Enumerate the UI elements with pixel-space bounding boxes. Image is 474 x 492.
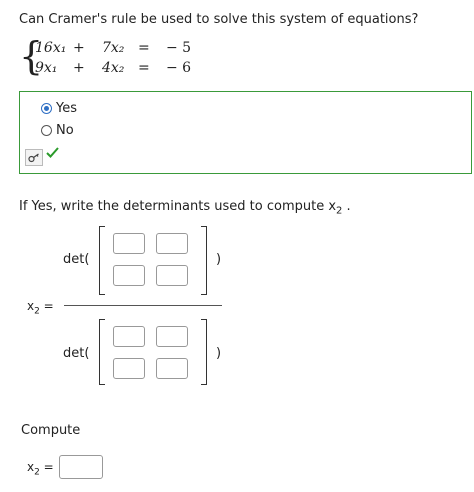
- det-close-numerator: ): [216, 252, 222, 267]
- matrix-cell-input[interactable]: [113, 326, 145, 347]
- matrix-cell-input[interactable]: [156, 358, 188, 379]
- det-label-denominator: det(: [63, 346, 90, 361]
- x2-answer-input[interactable]: [59, 455, 103, 479]
- equation-system: { 16x₁ + 7x₂ = − 5 9x₁ + 4x₂ = − 6: [19, 36, 219, 80]
- term: 9x₁: [35, 60, 58, 76]
- radio-no[interactable]: [41, 125, 52, 136]
- compute-heading: Compute: [21, 423, 81, 438]
- matrix-cell-input[interactable]: [113, 233, 145, 254]
- rhs: − 5: [166, 40, 192, 56]
- matrix-cell-input[interactable]: [113, 265, 145, 286]
- radio-yes[interactable]: [41, 103, 52, 114]
- matrix-bracket-left: [99, 226, 105, 295]
- det-label-numerator: det(: [63, 252, 90, 267]
- x2-label: x2 =: [27, 299, 54, 317]
- matrix-bracket-right: [201, 319, 207, 385]
- matrix-bracket-left: [99, 319, 105, 385]
- term: 16x₁: [35, 40, 67, 56]
- matrix-cell-input[interactable]: [156, 326, 188, 347]
- matrix-cell-input[interactable]: [156, 233, 188, 254]
- answer-box: Yes No: [19, 91, 472, 174]
- question-text: Can Cramer's rule be used to solve this …: [19, 12, 419, 27]
- checkmark-icon: [46, 146, 59, 162]
- matrix-cell-input[interactable]: [113, 358, 145, 379]
- rhs: − 6: [166, 60, 192, 76]
- question-2-text: If Yes, write the determinants used to c…: [19, 199, 351, 217]
- option-label: No: [56, 123, 74, 138]
- option-yes[interactable]: Yes: [41, 101, 77, 116]
- operator: +: [73, 60, 85, 76]
- term: 7x₂: [102, 40, 125, 56]
- det-close-denominator: ): [216, 346, 222, 361]
- option-label: Yes: [56, 101, 77, 116]
- key-icon[interactable]: [25, 149, 43, 166]
- operator: +: [73, 40, 85, 56]
- compute-x2-label: x2 =: [27, 460, 54, 478]
- matrix-cell-input[interactable]: [156, 265, 188, 286]
- option-no[interactable]: No: [41, 123, 74, 138]
- equals: =: [138, 60, 150, 76]
- equals: =: [138, 40, 150, 56]
- matrix-bracket-right: [201, 226, 207, 295]
- term: 4x₂: [102, 60, 125, 76]
- fraction-line: [64, 305, 222, 306]
